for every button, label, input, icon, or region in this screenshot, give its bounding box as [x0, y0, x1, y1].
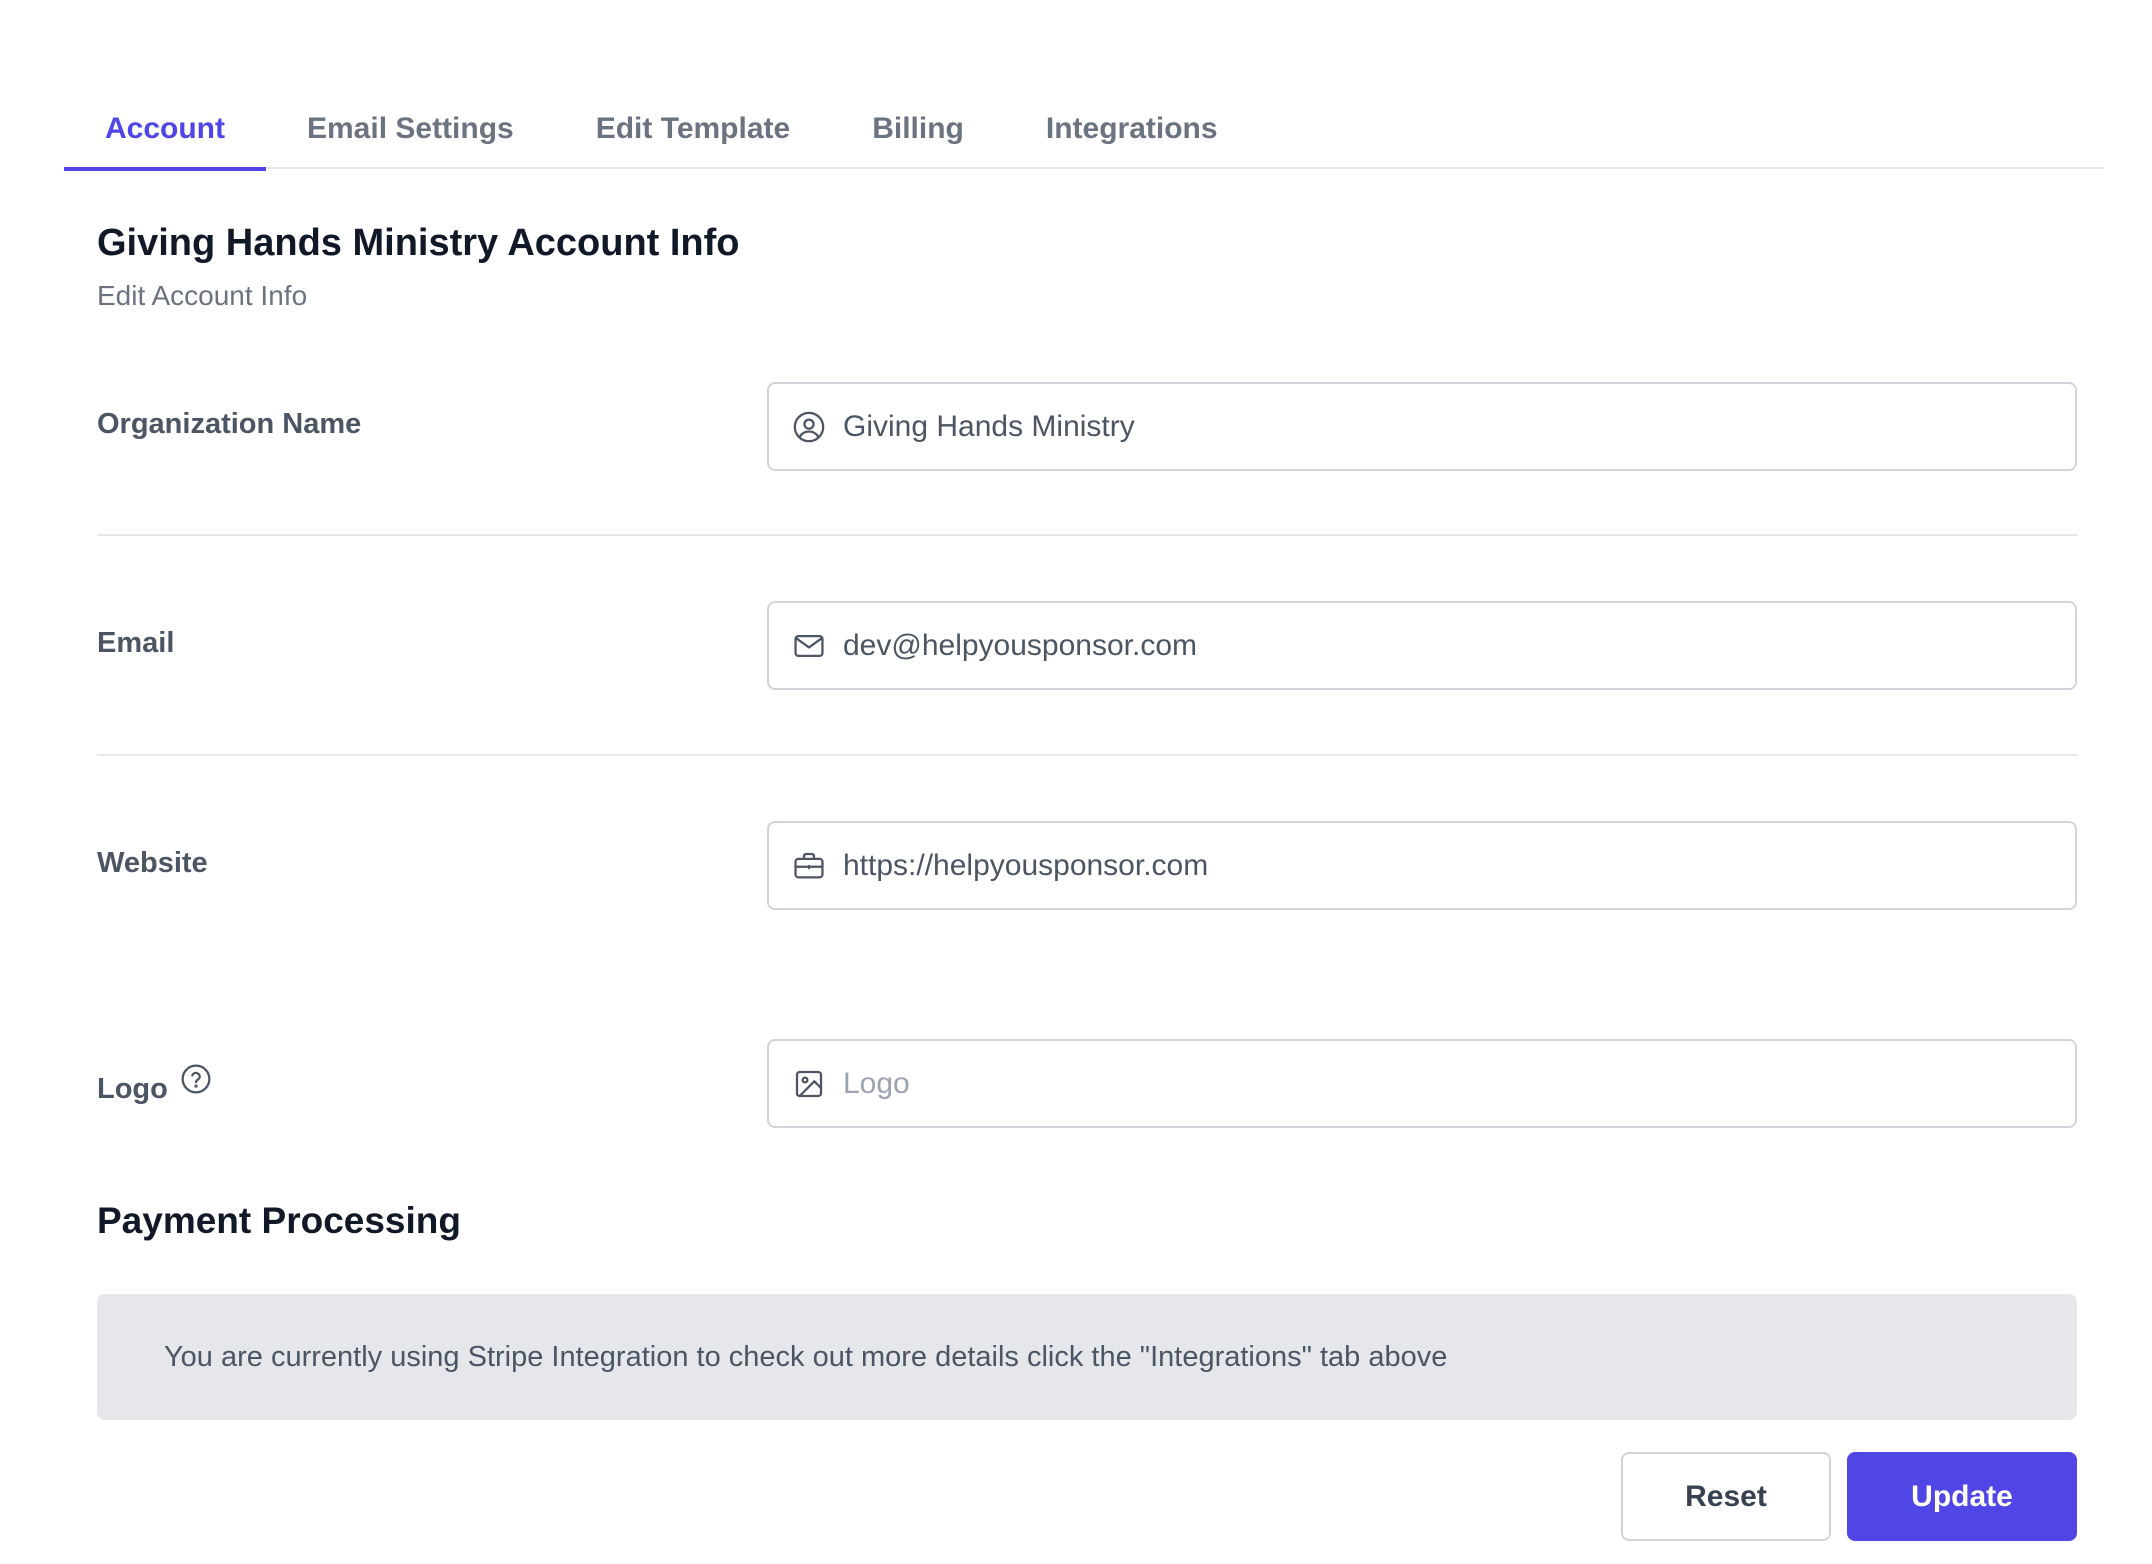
organization-name-input[interactable]: [843, 409, 2043, 444]
tab-email-settings[interactable]: Email Settings: [266, 88, 555, 169]
logo-input[interactable]: [843, 1066, 2043, 1101]
tab-integrations[interactable]: Integrations: [1005, 88, 1259, 169]
settings-tabs: Account Email Settings Edit Template Bil…: [64, 88, 2104, 171]
tab-billing[interactable]: Billing: [831, 88, 1005, 169]
email-input[interactable]: [843, 628, 2043, 663]
tab-account[interactable]: Account: [64, 88, 266, 171]
logo-label: Logo: [97, 1061, 212, 1106]
account-settings-page: Account Email Settings Edit Template Bil…: [0, 0, 2152, 1564]
tab-edit-template[interactable]: Edit Template: [555, 88, 831, 169]
payment-notice: You are currently using Stripe Integrati…: [97, 1294, 2077, 1420]
image-icon: [791, 1066, 827, 1102]
update-button[interactable]: Update: [1847, 1452, 2077, 1541]
organization-name-row: Organization Name: [97, 382, 2077, 471]
user-circle-icon: [791, 409, 827, 445]
website-row: Website: [97, 821, 2077, 910]
email-field: [767, 601, 2077, 690]
organization-name-label-text: Organization Name: [97, 408, 362, 440]
website-label-text: Website: [97, 847, 208, 879]
page-subtitle: Edit Account Info: [97, 280, 308, 311]
website-label: Website: [97, 847, 208, 880]
payment-processing-title: Payment Processing: [97, 1200, 461, 1241]
organization-name-field: [767, 382, 2077, 471]
envelope-icon: [791, 628, 827, 664]
question-circle-icon[interactable]: [180, 1063, 212, 1095]
organization-name-label: Organization Name: [97, 408, 361, 441]
page-title: Giving Hands Ministry Account Info: [97, 222, 740, 264]
divider: [97, 754, 2077, 756]
email-label: Email: [97, 627, 174, 660]
logo-field: [767, 1039, 2077, 1128]
logo-row: Logo: [97, 1039, 2077, 1128]
divider: [97, 534, 2077, 536]
email-label-text: Email: [97, 627, 175, 659]
payment-notice-text: You are currently using Stripe Integrati…: [164, 1340, 1448, 1373]
website-field: [767, 821, 2077, 910]
website-input[interactable]: [843, 848, 2043, 883]
logo-label-text: Logo: [97, 1073, 168, 1105]
email-row: Email: [97, 601, 2077, 690]
briefcase-icon: [791, 848, 827, 884]
reset-button[interactable]: Reset: [1621, 1452, 1831, 1541]
